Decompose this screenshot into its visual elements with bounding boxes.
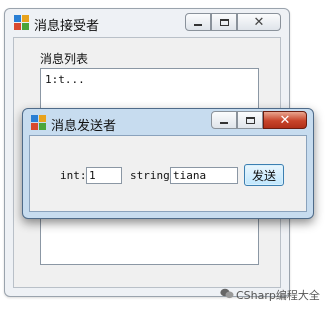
watermark-text: CSharp编程大全 [236,289,320,302]
sender-caption-buttons: ✕ [211,111,307,129]
list-item[interactable]: 1:t... [45,73,85,86]
sender-titlebar[interactable]: 消息发送者 ✕ [23,109,313,135]
minimize-icon [194,24,202,26]
send-button[interactable]: 发送 [244,164,284,186]
maximize-icon [245,116,255,124]
receiver-titlebar[interactable]: 消息接受者 ✕ [5,9,289,37]
minimize-button[interactable] [211,111,237,129]
minimize-button[interactable] [185,13,211,31]
message-list-label: 消息列表 [40,52,89,66]
string-input[interactable]: tiana [170,167,238,184]
receiver-caption-buttons: ✕ [185,13,281,31]
minimize-icon [220,122,228,124]
close-icon: ✕ [279,112,291,128]
maximize-icon [219,18,229,26]
app-icon [14,15,30,31]
int-input[interactable]: 1 [86,167,122,184]
int-label: int: [60,169,87,182]
close-button[interactable]: ✕ [263,111,307,129]
sender-window: 消息发送者 ✕ int: 1 string: tiana 发送 [22,108,314,219]
maximize-button[interactable] [237,111,263,129]
wechat-icon [220,288,234,299]
maximize-button[interactable] [211,13,237,31]
receiver-title: 消息接受者 [34,19,100,34]
sender-title: 消息发送者 [51,119,117,134]
app-icon [31,115,47,131]
close-icon: ✕ [253,14,265,30]
sender-client-area: int: 1 string: tiana 发送 [29,135,307,212]
close-button[interactable]: ✕ [237,13,281,31]
